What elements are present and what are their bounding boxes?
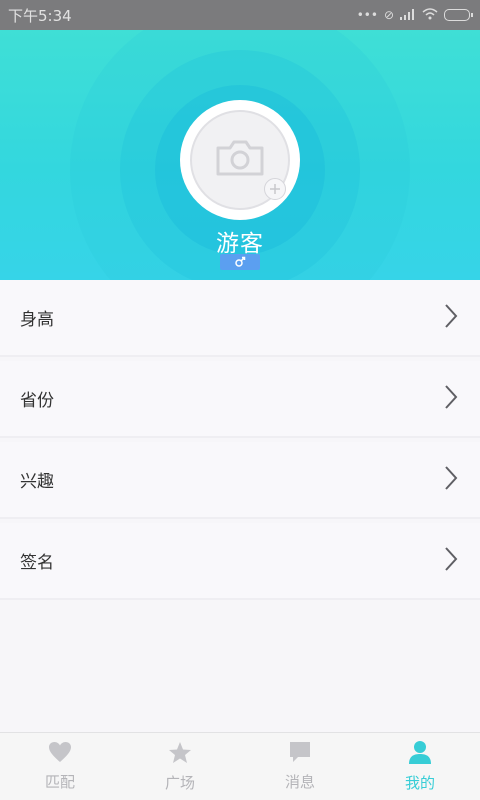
row-label: 兴趣 [20, 472, 54, 492]
star-icon [168, 741, 192, 768]
tab-label: 广场 [164, 773, 195, 792]
bottom-tab-bar: 匹配 广场 消息 我的 [0, 732, 480, 800]
tab-messages[interactable]: 消息 [240, 733, 360, 800]
chevron-right-icon [444, 303, 458, 333]
no-signal-icon: ⊘ [383, 8, 394, 22]
chevron-right-icon [444, 465, 458, 495]
avatar-placeholder [190, 110, 290, 210]
male-icon [235, 256, 246, 267]
status-icons: ••• ⊘ [356, 7, 473, 23]
dots-icon: ••• [356, 8, 378, 22]
chevron-right-icon [444, 384, 458, 414]
row-signature[interactable]: 签名 [0, 523, 480, 598]
tab-mine[interactable]: 我的 [360, 733, 480, 800]
camera-icon [214, 138, 266, 182]
tab-square[interactable]: 广场 [120, 733, 240, 800]
avatar-upload[interactable] [180, 100, 300, 220]
row-interests[interactable]: 兴趣 [0, 442, 480, 517]
person-icon [408, 740, 432, 768]
tab-label: 我的 [404, 774, 435, 792]
wifi-icon [422, 7, 438, 23]
nickname: 游客 [216, 231, 264, 257]
battery-icon [444, 9, 473, 21]
tab-label: 消息 [284, 773, 315, 791]
row-label: 签名 [20, 553, 54, 573]
status-time: 下午5:34 [8, 6, 72, 25]
signal-icon [400, 8, 416, 23]
row-label: 身高 [20, 310, 54, 330]
gender-badge [220, 254, 260, 270]
message-icon [288, 741, 312, 767]
chevron-right-icon [444, 546, 458, 576]
row-label: 省份 [20, 391, 54, 411]
tab-label: 匹配 [44, 773, 75, 791]
row-height[interactable]: 身高 [0, 280, 480, 355]
profile-header: 游客 [0, 30, 480, 280]
add-photo-icon[interactable] [264, 178, 286, 200]
profile-fields: 身高 省份 兴趣 签名 [0, 280, 480, 604]
status-bar: 下午5:34 ••• ⊘ [0, 0, 480, 30]
tab-match[interactable]: 匹配 [0, 733, 120, 800]
row-province[interactable]: 省份 [0, 361, 480, 436]
heart-icon [48, 741, 72, 767]
